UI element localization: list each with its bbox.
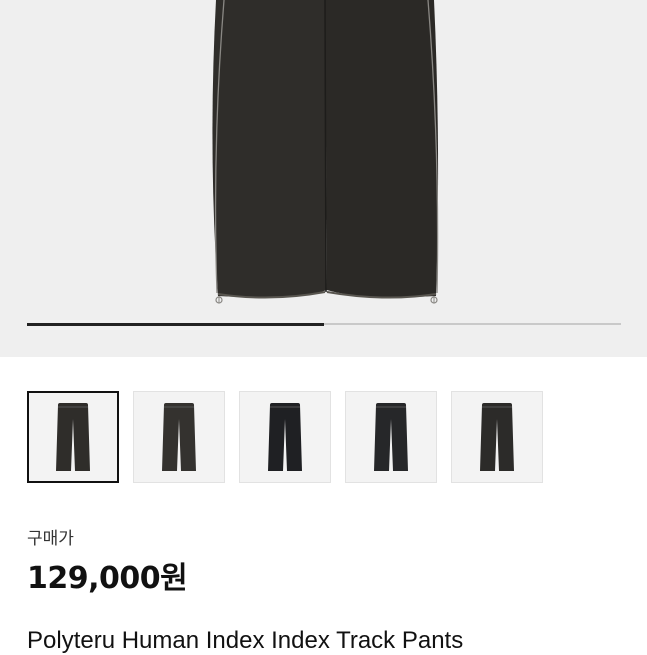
price-value: 129,000원 xyxy=(27,561,188,596)
pants-thumbnail-icon xyxy=(268,403,302,471)
pants-thumbnail-2[interactable] xyxy=(133,391,225,483)
thumbnail-strip xyxy=(27,391,543,483)
pants-main-image xyxy=(212,0,439,304)
pants-thumbnail-icon xyxy=(56,403,90,471)
pants-thumbnail-5[interactable] xyxy=(451,391,543,483)
product-image-viewer[interactable] xyxy=(0,0,647,357)
pants-thumbnail-icon xyxy=(480,403,514,471)
pants-thumbnail-4[interactable] xyxy=(345,391,437,483)
pants-thumbnail-1[interactable] xyxy=(27,391,119,483)
product-title: Polyteru Human Index Index Track Pants xyxy=(27,627,464,654)
gallery-progress-fill xyxy=(27,322,324,326)
pants-thumbnail-icon xyxy=(374,403,408,471)
pants-thumbnail-3[interactable] xyxy=(239,391,331,483)
gallery-progress-bar xyxy=(27,322,621,326)
pants-thumbnail-icon xyxy=(162,403,196,471)
price-label: 구매가 xyxy=(27,529,74,549)
